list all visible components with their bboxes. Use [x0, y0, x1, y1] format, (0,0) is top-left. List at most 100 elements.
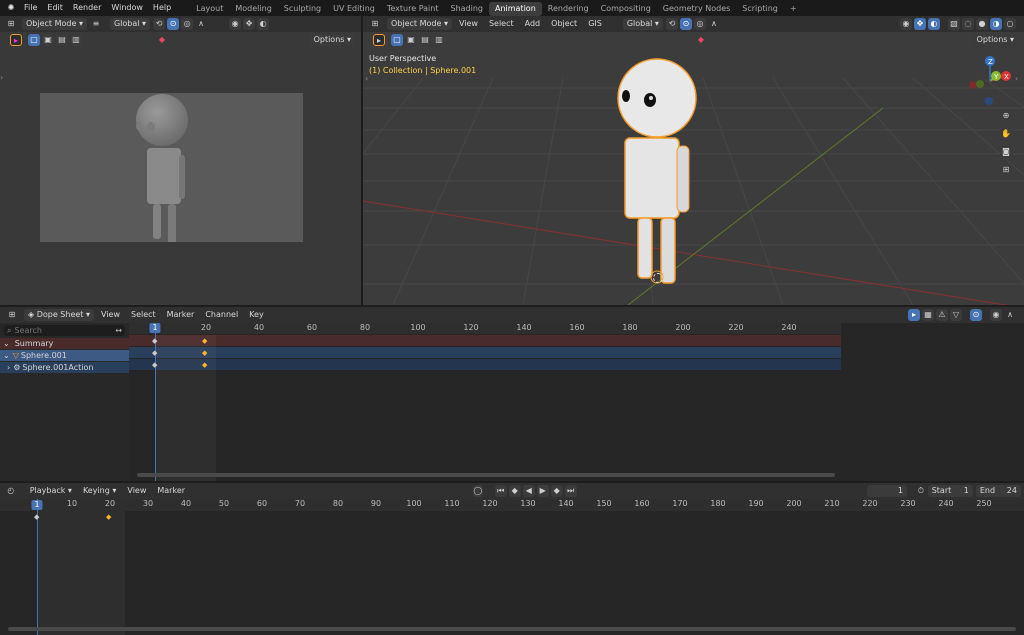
keyframe-diamond[interactable]: ◆ — [152, 337, 157, 345]
tab-sculpting[interactable]: Sculpting — [278, 2, 327, 16]
timeline-area[interactable]: 10 20 30 40 50 60 70 80 90 100 110 120 1… — [0, 499, 1024, 635]
dopesheet-ruler[interactable]: 20 40 60 80 100 120 140 160 180 200 220 … — [129, 323, 841, 334]
shading-wireframe-icon[interactable]: ◌ — [962, 18, 974, 30]
current-frame-indicator[interactable]: 1 — [149, 323, 161, 333]
tab-texture-paint[interactable]: Texture Paint — [381, 2, 445, 16]
overlay-icon[interactable]: ◐ — [928, 18, 940, 30]
proportional-edit-icon[interactable]: ◎ — [181, 18, 194, 30]
pan-hand-icon[interactable]: ✋ — [1000, 128, 1012, 140]
play-reverse-icon[interactable]: ◀ — [522, 485, 535, 497]
swap-icon[interactable]: ↔ — [115, 326, 122, 335]
timeline-ruler[interactable]: 10 20 30 40 50 60 70 80 90 100 110 120 1… — [0, 499, 1024, 511]
horizontal-scrollbar[interactable] — [8, 627, 1016, 631]
auto-snap-icon[interactable]: ⊙ — [970, 309, 982, 321]
character-mesh[interactable] — [613, 56, 703, 291]
stopwatch-icon[interactable]: ⏱ — [916, 485, 926, 497]
select-subtract-icon[interactable]: ▤ — [56, 34, 68, 46]
track-object[interactable] — [129, 347, 841, 358]
camera-frame[interactable] — [40, 93, 303, 245]
perspective-toggle-icon[interactable]: ⊞ — [1000, 164, 1012, 176]
menu-object[interactable]: Object — [547, 18, 581, 30]
blender-logo-icon[interactable]: ✺ — [5, 2, 17, 14]
sidebar-expand-icon[interactable]: ‹ — [1015, 74, 1018, 83]
select-box-icon[interactable]: ▢ — [391, 34, 403, 46]
options-dropdown[interactable]: Options ▾ — [309, 34, 355, 46]
keyframe-diamond-selected[interactable]: ◆ — [202, 349, 207, 357]
editor-type-icon[interactable]: ⊞ — [6, 309, 18, 321]
auto-key-icon[interactable]: ◯ — [473, 485, 483, 497]
tool-select-icon[interactable]: ▸ — [373, 34, 385, 46]
playhead-line[interactable] — [155, 323, 156, 481]
visibility-icon[interactable]: ◉ — [900, 18, 912, 30]
color-icon[interactable]: ◆ — [156, 34, 168, 46]
expand-icon[interactable]: ⌄ — [3, 339, 10, 348]
search-input[interactable]: Search — [14, 326, 109, 335]
horizontal-scrollbar[interactable] — [137, 473, 835, 477]
menu-window[interactable]: Window — [106, 0, 148, 16]
end-frame-field[interactable]: End 24 — [975, 485, 1021, 497]
menu-marker[interactable]: Marker — [153, 485, 189, 497]
editor-type-icon[interactable]: ⊞ — [5, 18, 17, 30]
menu-add[interactable]: Add — [521, 18, 545, 30]
gizmo-icon[interactable]: ✥ — [243, 18, 256, 30]
menu-marker[interactable]: Marker — [163, 309, 199, 321]
keying-menu[interactable]: Keying ▾ — [79, 485, 120, 497]
menu-select[interactable]: Select — [127, 309, 160, 321]
dopesheet-timeline[interactable]: 20 40 60 80 100 120 140 160 180 200 220 … — [129, 323, 841, 481]
select-extend-icon[interactable]: ▣ — [405, 34, 417, 46]
navigation-gizmo[interactable]: X Y Z — [963, 54, 1017, 108]
select-subtract-icon[interactable]: ▤ — [419, 34, 431, 46]
shading-material-icon[interactable]: ◑ — [990, 18, 1002, 30]
next-keyframe-icon[interactable]: ◆ — [550, 485, 563, 497]
falloff-icon[interactable]: ∧ — [195, 18, 207, 30]
falloff-icon[interactable]: ∧ — [1004, 309, 1016, 321]
menu-select[interactable]: Select — [485, 18, 518, 30]
keyframe-diamond[interactable]: ◆ — [152, 361, 157, 369]
color-icon[interactable]: ◆ — [695, 34, 707, 46]
mode-dropdown[interactable]: Object Mode ▾ — [22, 18, 87, 30]
menu-render[interactable]: Render — [68, 0, 106, 16]
filter-icon[interactable]: ▽ — [950, 309, 962, 321]
tab-uv-editing[interactable]: UV Editing — [327, 2, 381, 16]
proportional-icon[interactable]: ◉ — [990, 309, 1002, 321]
visibility-icon[interactable]: ◉ — [229, 18, 242, 30]
select-box-icon[interactable]: ▢ — [28, 34, 40, 46]
select-extend-icon[interactable]: ▣ — [42, 34, 54, 46]
menu-view[interactable]: View — [97, 309, 124, 321]
pivot-icon[interactable]: ⟲ — [153, 18, 166, 30]
tab-scripting[interactable]: Scripting — [736, 2, 784, 16]
channel-object[interactable]: ⌄ ▽ Sphere.001 — [0, 350, 129, 361]
menu-help[interactable]: Help — [148, 0, 176, 16]
menu-channel[interactable]: Channel — [201, 309, 242, 321]
keyframe-diamond-selected[interactable]: ◆ — [202, 337, 207, 345]
collapse-icon[interactable]: › — [7, 363, 10, 372]
viewport-mode-dropdown[interactable]: Object Mode ▾ — [387, 18, 452, 30]
track-summary[interactable] — [129, 335, 841, 346]
tab-geometry-nodes[interactable]: Geometry Nodes — [657, 2, 736, 16]
keyframe-diamond[interactable]: ◆ — [34, 513, 39, 521]
tool-select-icon[interactable]: ▸ — [10, 34, 22, 46]
shading-rendered-icon[interactable]: ○ — [1004, 18, 1016, 30]
only-selected-icon[interactable]: ▸ — [908, 309, 920, 321]
prev-keyframe-icon[interactable]: ◆ — [508, 485, 521, 497]
menu-view[interactable]: View — [123, 485, 150, 497]
show-hidden-icon[interactable]: ▦ — [922, 309, 934, 321]
expand-icon[interactable]: ⌄ — [3, 351, 10, 360]
channel-summary[interactable]: ⌄ Summary — [0, 338, 129, 349]
snap-icon[interactable]: ⊙ — [679, 18, 692, 30]
channel-action[interactable]: › ⚙ Sphere.001Action — [0, 362, 129, 373]
menu-view[interactable]: View — [455, 18, 482, 30]
editor-type-icon[interactable]: ⊞ — [369, 18, 381, 30]
start-frame-field[interactable]: Start 1 — [927, 485, 973, 497]
channel-search[interactable]: ⌕ Search ↔ — [4, 325, 125, 336]
menu-edit[interactable]: Edit — [42, 0, 68, 16]
zoom-icon[interactable]: ⊕ — [1000, 110, 1012, 122]
tab-compositing[interactable]: Compositing — [595, 2, 657, 16]
select-invert-icon[interactable]: ▥ — [70, 34, 82, 46]
viewport-options-dropdown[interactable]: Options ▾ — [972, 34, 1018, 46]
errors-icon[interactable]: ⚠ — [936, 309, 948, 321]
editor-type-icon[interactable]: ◴ — [6, 485, 16, 497]
select-invert-icon[interactable]: ▥ — [433, 34, 445, 46]
camera-view-icon[interactable]: ◙ — [1000, 146, 1012, 158]
menu-toggle-icon[interactable]: ≡ — [90, 18, 102, 30]
